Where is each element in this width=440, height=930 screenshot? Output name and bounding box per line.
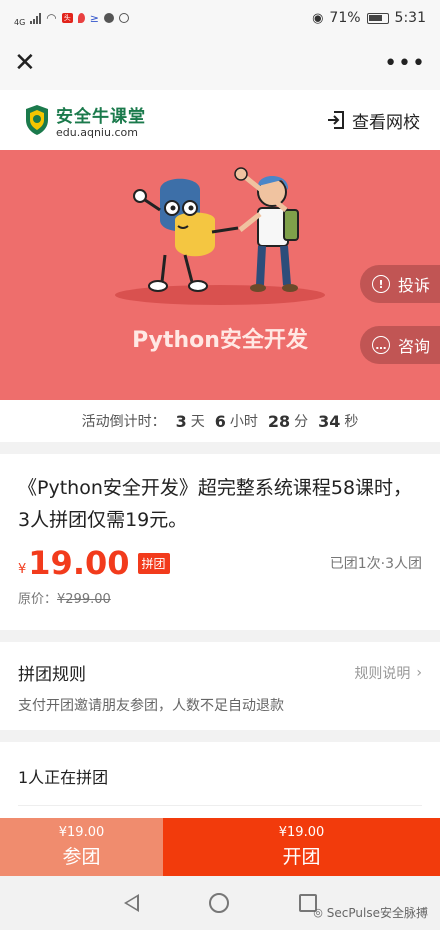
- close-icon[interactable]: ✕: [14, 50, 36, 76]
- status-left: 4G ◠ 头 ≥: [14, 10, 129, 27]
- action-bar: ¥19.00 参团 ¥19.00 开团: [0, 818, 440, 876]
- app-badge-icon: 头: [61, 13, 73, 23]
- shield-logo-icon: [26, 105, 48, 135]
- view-school-label: 查看网校: [352, 112, 420, 133]
- original-price-row: 原价：¥299.00: [18, 588, 422, 607]
- rules-description: 支付开团邀请朋友参团，人数不足自动退款: [18, 698, 284, 714]
- clock: 5:31: [394, 10, 426, 26]
- course-banner: Python安全开发 ! 投诉 … 咨询: [0, 150, 440, 400]
- product-card: 《Python安全开发》超完整系统课程58课时， 3人拼团仅需19元。 ¥ 19…: [0, 454, 440, 630]
- divider: [18, 805, 422, 806]
- rules-link-label: 规则说明: [354, 665, 411, 682]
- logo-url: edu.aqniu.com: [56, 125, 138, 139]
- consult-button[interactable]: … 咨询: [360, 326, 440, 364]
- enter-icon: [328, 111, 344, 129]
- open-label: 开团: [282, 846, 321, 868]
- view-school-button[interactable]: 查看网校: [326, 108, 420, 133]
- consult-label: 咨询: [398, 337, 431, 356]
- wifi-icon: ◠: [46, 11, 57, 25]
- watermark-text: SecPulse安全脉搏: [326, 906, 428, 920]
- chat-icon: [104, 13, 114, 23]
- join-group-button[interactable]: ¥19.00 参团: [0, 818, 163, 876]
- countdown-minutes: 28: [267, 411, 291, 431]
- group-tag: 拼团: [137, 552, 170, 574]
- logo-title: 安全牛课堂: [56, 106, 146, 127]
- group-price: 19.00: [28, 544, 130, 582]
- product-title: 《Python安全开发》超完整系统课程58课时， 3人拼团仅需19元。: [18, 477, 413, 531]
- original-price-label: 原价：: [18, 592, 58, 607]
- status-bar: 4G ◠ 头 ≥ ◉ 71% 5:31: [0, 0, 440, 36]
- group-rules: 拼团规则 规则说明 › 支付开团邀请朋友参团，人数不足自动退款: [0, 642, 440, 730]
- countdown-seconds: 34: [318, 411, 341, 431]
- join-label: 参团: [62, 846, 101, 868]
- seconds-unit: 秒: [344, 414, 359, 430]
- active-groups-title: 1人正在拼团: [18, 768, 109, 787]
- system-nav-bar: [0, 876, 440, 930]
- back-icon[interactable]: [123, 894, 139, 912]
- join-price: ¥19.00: [58, 825, 105, 840]
- countdown-label: 活动倒计时：: [81, 414, 166, 430]
- hours-unit: 小时: [229, 414, 258, 430]
- active-groups: 1人正在拼团: [0, 742, 440, 818]
- more-options-icon[interactable]: •••: [384, 51, 426, 76]
- chevron-right-icon: ›: [416, 664, 422, 681]
- exclamation-icon: !: [372, 275, 390, 293]
- network-label: 4G: [14, 17, 26, 27]
- home-icon[interactable]: [208, 893, 229, 913]
- minutes-unit: 分: [294, 414, 309, 430]
- logo[interactable]: 安全牛课堂 edu.aqniu.com: [24, 102, 146, 139]
- wechat-icon: ◎: [313, 906, 323, 919]
- open-group-button[interactable]: ¥19.00 开团: [163, 818, 440, 876]
- status-right: ◉ 71% 5:31: [312, 10, 426, 26]
- location-icon: [77, 13, 85, 23]
- battery-icon: [366, 12, 389, 24]
- rules-title: 拼团规则: [18, 665, 86, 685]
- signal-icon: [30, 12, 42, 24]
- group-count: 已团1次·3人团: [329, 556, 422, 572]
- complain-button[interactable]: ! 投诉: [360, 265, 440, 303]
- countdown-days: 3: [175, 411, 187, 431]
- arrow-app-icon: ≥: [89, 11, 99, 25]
- complain-label: 投诉: [398, 276, 431, 295]
- eye-icon: ◉: [312, 10, 324, 26]
- original-price: ¥299.00: [57, 592, 111, 607]
- site-header: 安全牛课堂 edu.aqniu.com 查看网校: [0, 90, 440, 150]
- notify-icon: [119, 13, 129, 23]
- chat-bubble-icon: …: [372, 336, 390, 354]
- currency-symbol: ¥: [18, 561, 27, 577]
- watermark: ◎ SecPulse安全脉搏: [313, 904, 428, 921]
- days-unit: 天: [190, 414, 205, 430]
- countdown: 活动倒计时： 3 天 6 小时 28 分 34 秒: [0, 400, 440, 442]
- rules-link[interactable]: 规则说明 ›: [354, 663, 422, 683]
- battery-percent: 71%: [329, 10, 361, 26]
- countdown-hours: 6: [214, 411, 226, 431]
- title-bar: ✕ •••: [0, 36, 440, 90]
- price-row: ¥ 19.00 拼团 已团1次·3人团: [18, 544, 422, 582]
- open-price: ¥19.00: [278, 825, 325, 840]
